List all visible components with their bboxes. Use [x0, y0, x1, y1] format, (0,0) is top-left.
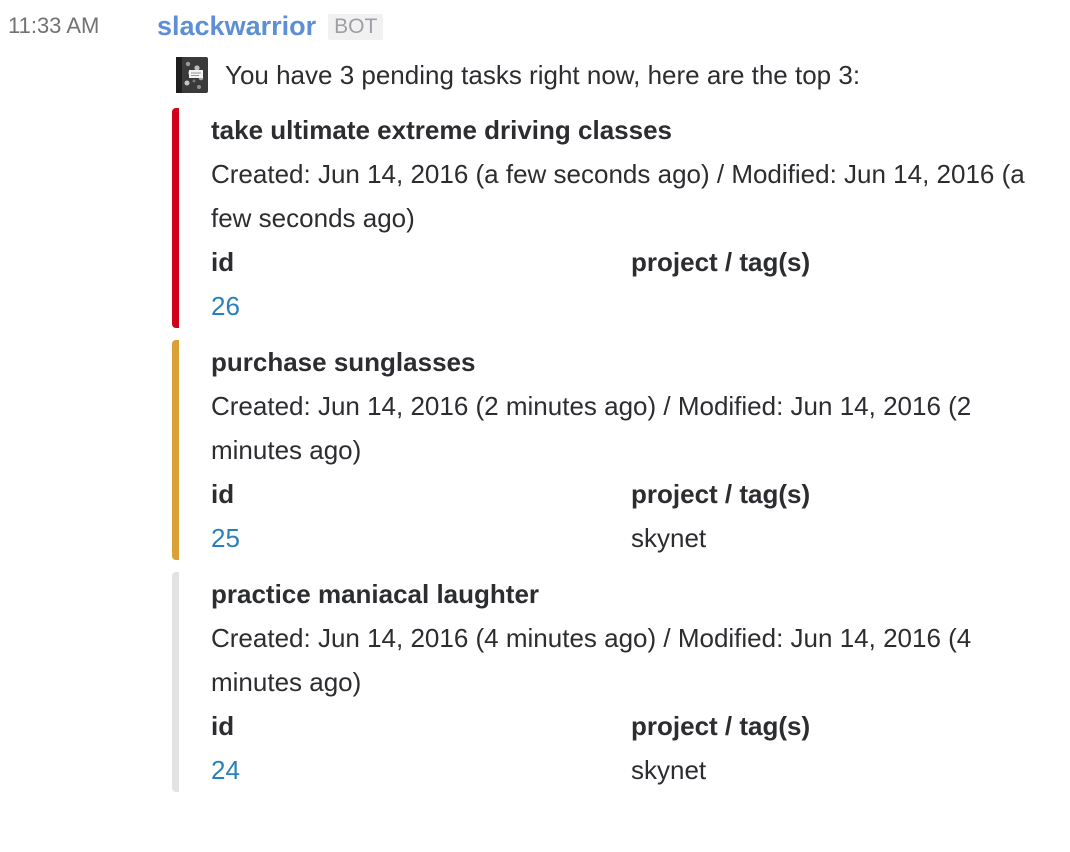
task-fields: id project / tag(s) 25 skynet [211, 472, 1052, 560]
field-title-id: id [211, 479, 235, 509]
task-meta: Created: Jun 14, 2016 (2 minutes ago) / … [211, 391, 972, 465]
field-title-project: project / tag(s) [631, 479, 811, 509]
task-id-link[interactable]: 25 [211, 516, 631, 560]
task-fields: id project / tag(s) 24 skynet [211, 704, 1052, 792]
task-meta: Created: Jun 14, 2016 (a few seconds ago… [211, 159, 1025, 233]
task-attachments: take ultimate extreme driving classes Cr… [172, 108, 1052, 804]
message-timestamp[interactable]: 11:33 AM [8, 13, 99, 39]
field-title-id: id [211, 247, 235, 277]
intro-text: You have 3 pending tasks right now, here… [225, 59, 861, 90]
field-title-project: project / tag(s) [631, 247, 811, 277]
sender-name[interactable]: slackwarrior [157, 11, 316, 42]
task-project: skynet [631, 755, 707, 785]
message-intro: You have 3 pending tasks right now, here… [175, 56, 860, 94]
field-title-project: project / tag(s) [631, 711, 811, 741]
bot-badge: BOT [328, 13, 384, 40]
task-id-link[interactable]: 26 [211, 284, 631, 328]
task-attachment: take ultimate extreme driving classes Cr… [172, 108, 1052, 328]
task-attachment: practice maniacal laughter Created: Jun … [172, 572, 1052, 792]
field-title-id: id [211, 711, 235, 741]
message-header: slackwarrior BOT [157, 11, 384, 42]
task-fields: id project / tag(s) 26 [211, 240, 1052, 328]
task-id-link[interactable]: 24 [211, 748, 631, 792]
task-project [631, 284, 1051, 328]
task-meta: Created: Jun 14, 2016 (4 minutes ago) / … [211, 623, 972, 697]
task-project: skynet [631, 523, 707, 553]
task-title: practice maniacal laughter [211, 579, 540, 609]
notebook-icon [175, 56, 209, 94]
task-attachment: purchase sunglasses Created: Jun 14, 201… [172, 340, 1052, 560]
task-title: take ultimate extreme driving classes [211, 115, 673, 145]
task-title: purchase sunglasses [211, 347, 476, 377]
